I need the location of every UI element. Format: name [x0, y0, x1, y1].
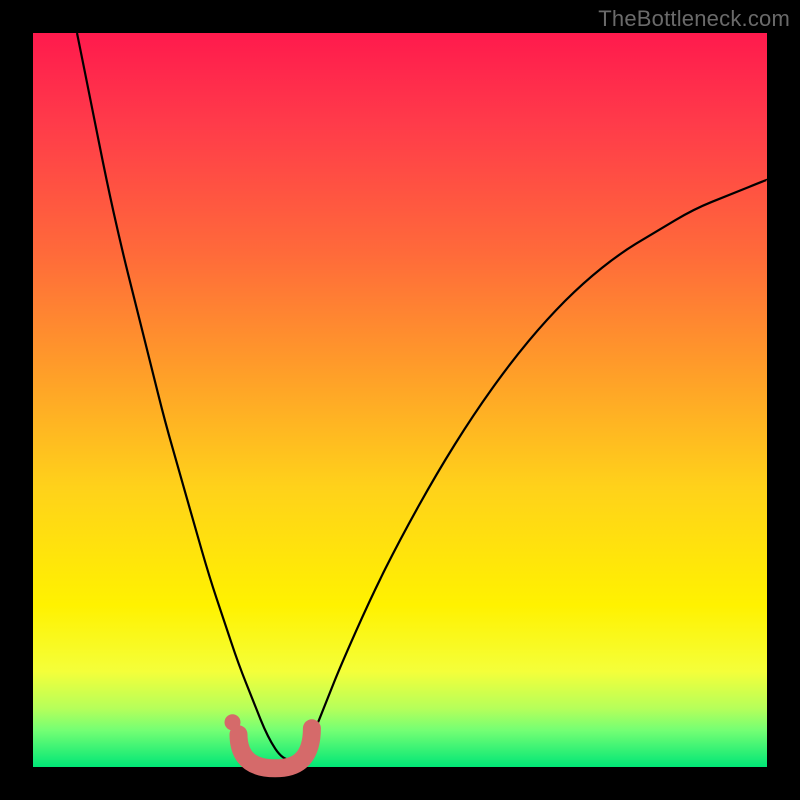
watermark-label: TheBottleneck.com — [598, 6, 790, 32]
chart-frame: TheBottleneck.com — [0, 0, 800, 800]
chart-overlay — [33, 33, 767, 767]
bottleneck-curve — [77, 33, 767, 760]
optimal-band-marker — [225, 714, 312, 768]
